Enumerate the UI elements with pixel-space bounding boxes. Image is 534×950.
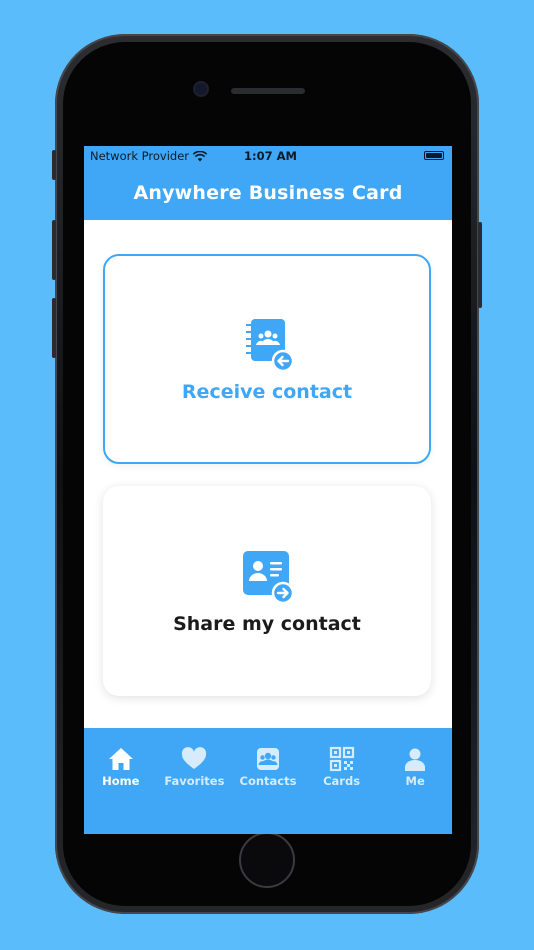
- home-content: Receive contact Share my contact: [84, 220, 452, 728]
- tab-contacts-label: Contacts: [239, 774, 297, 788]
- earpiece-speaker: [231, 88, 305, 94]
- tab-favorites[interactable]: Favorites: [159, 746, 229, 788]
- wifi-icon: [193, 150, 208, 161]
- person-icon: [405, 748, 426, 771]
- receive-contact-card[interactable]: Receive contact: [103, 254, 431, 464]
- share-contact-card[interactable]: Share my contact: [103, 486, 431, 696]
- mute-switch: [52, 150, 56, 180]
- battery-icon: [424, 151, 444, 160]
- status-time: 1:07 AM: [244, 149, 297, 163]
- bottom-tab-bar: Home Favorites Contacts Cards Me: [84, 728, 452, 834]
- app-screen: Network Provider 1:07 AM Anywhere Busine…: [84, 146, 452, 834]
- tab-favorites-label: Favorites: [164, 774, 225, 788]
- carrier-name: Network Provider: [90, 149, 190, 163]
- status-left: Network Provider: [90, 149, 208, 163]
- contacts-book-receive-icon: [246, 319, 295, 373]
- tab-home[interactable]: Home: [86, 746, 156, 788]
- tab-cards-label: Cards: [323, 774, 361, 788]
- tab-me-label: Me: [405, 774, 425, 788]
- contacts-icon: [256, 748, 279, 770]
- tab-home-label: Home: [102, 774, 140, 788]
- front-camera: [195, 83, 207, 95]
- power-button: [478, 222, 482, 308]
- volume-down-button: [52, 298, 56, 358]
- tab-me[interactable]: Me: [380, 746, 450, 788]
- home-button[interactable]: [239, 832, 295, 888]
- heart-icon: [182, 747, 207, 769]
- receive-contact-label: Receive contact: [181, 381, 353, 403]
- share-contact-label: Share my contact: [173, 613, 361, 635]
- app-title: Anywhere Business Card: [133, 182, 403, 204]
- home-icon: [108, 748, 133, 770]
- contact-card-share-icon: [243, 551, 295, 605]
- volume-up-button: [52, 220, 56, 280]
- tab-contacts[interactable]: Contacts: [233, 746, 303, 788]
- qr-code-icon: [329, 746, 354, 772]
- tab-cards[interactable]: Cards: [307, 746, 377, 788]
- app-bar: Anywhere Business Card: [84, 166, 452, 220]
- status-bar: Network Provider 1:07 AM: [84, 146, 452, 166]
